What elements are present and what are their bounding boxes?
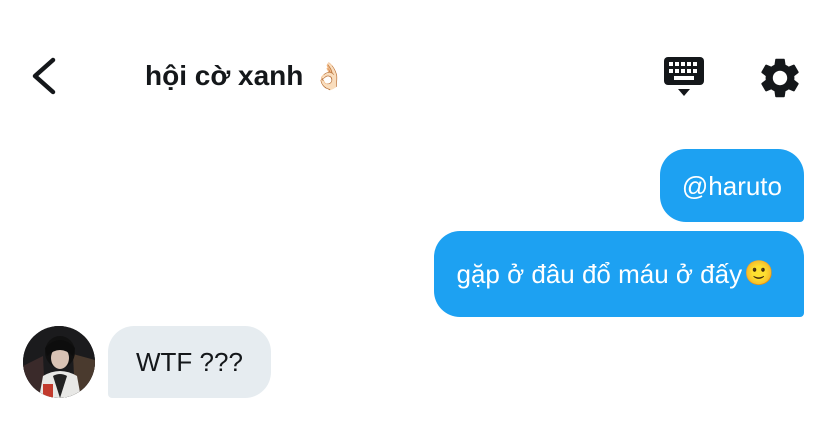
outgoing-message-bubble[interactable]: @haruto — [659, 149, 804, 222]
message-text: gặp ở đâu đổ máu ở đấy — [456, 259, 743, 289]
outgoing-message-bubble[interactable]: gặp ở đâu đổ máu ở đấy 🙂 — [434, 231, 804, 317]
incoming-message-bubble[interactable]: WTF ??? — [108, 326, 271, 398]
conversation-title[interactable]: hội cờ xanh 👌🏻 — [145, 60, 346, 92]
ok-hand-emoji: 👌🏻 — [313, 60, 346, 91]
user-avatar — [23, 326, 95, 398]
chevron-left-icon — [32, 57, 56, 95]
conversation-title-text: hội cờ xanh — [145, 60, 304, 91]
avatar[interactable] — [23, 326, 95, 398]
message-text: @haruto — [681, 170, 782, 201]
back-button[interactable] — [26, 50, 66, 102]
gear-icon — [761, 58, 799, 98]
keyboard-icon — [664, 57, 704, 96]
settings-button[interactable] — [756, 54, 804, 102]
chat-header: hội cờ xanh 👌🏻 — [0, 0, 828, 130]
message-text: WTF ??? — [136, 346, 243, 377]
keyboard-toggle-button[interactable] — [660, 54, 708, 100]
smiling-face-emoji: 🙂 — [744, 260, 774, 287]
